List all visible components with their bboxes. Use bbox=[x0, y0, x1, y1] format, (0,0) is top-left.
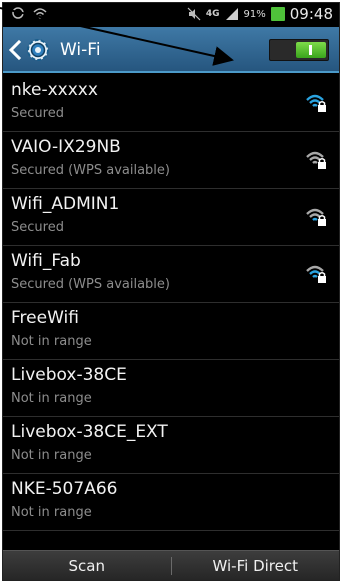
status-bar: 4G 91% 09:48 bbox=[3, 3, 339, 27]
screen: 4G 91% 09:48 Wi-Fi nke-xxxxx Secured VAI… bbox=[2, 2, 340, 581]
phone-frame: 4G 91% 09:48 Wi-Fi nke-xxxxx Secured VAI… bbox=[0, 0, 342, 583]
wifi-direct-button[interactable]: Wi-Fi Direct bbox=[172, 551, 340, 580]
action-bar: Wi-Fi bbox=[3, 27, 339, 73]
page-title: Wi-Fi bbox=[60, 40, 101, 60]
gear-icon[interactable] bbox=[23, 35, 53, 65]
notification-icon bbox=[12, 7, 24, 19]
status-right: 4G 91% 09:48 bbox=[187, 5, 333, 23]
wifi-locked-icon bbox=[306, 265, 326, 283]
network-item-wifi-admin1[interactable]: Wifi_ADMIN1 Secured bbox=[3, 189, 339, 246]
network-name: FreeWifi bbox=[11, 308, 79, 328]
network-name: Livebox-38CE bbox=[11, 365, 127, 385]
network-name: NKE-507A66 bbox=[11, 479, 118, 499]
network-name: Wifi_Fab bbox=[11, 251, 81, 271]
network-name: Livebox-38CE_EXT bbox=[11, 422, 168, 442]
signal-icon bbox=[225, 8, 238, 20]
toggle-knob bbox=[296, 42, 326, 58]
network-status: Not in range bbox=[11, 448, 92, 463]
status-left bbox=[11, 6, 47, 20]
network-item-wifi-fab[interactable]: Wifi_Fab Secured (WPS available) bbox=[3, 246, 339, 303]
network-status: Not in range bbox=[11, 505, 92, 520]
network-name: nke-xxxxx bbox=[11, 80, 98, 100]
network-item-nke-xxxxx[interactable]: nke-xxxxx Secured bbox=[3, 75, 339, 132]
scan-button[interactable]: Scan bbox=[3, 551, 171, 580]
wifi-status-icon bbox=[33, 8, 47, 19]
network-item-freewifi[interactable]: FreeWifi Not in range bbox=[3, 303, 339, 360]
battery-percent: 91% bbox=[243, 8, 266, 20]
network-item-vaio[interactable]: VAIO-IX29NB Secured (WPS available) bbox=[3, 132, 339, 189]
bottom-bar: Scan Wi-Fi Direct bbox=[3, 550, 339, 580]
network-status: Not in range bbox=[11, 334, 92, 349]
network-status: Secured bbox=[11, 106, 64, 121]
network-type: 4G bbox=[205, 8, 220, 19]
back-chevron-icon[interactable] bbox=[7, 39, 23, 61]
network-list: nke-xxxxx Secured VAIO-IX29NB Secured (W… bbox=[3, 75, 339, 531]
wifi-locked-icon bbox=[306, 94, 326, 112]
network-item-livebox-38ce-ext[interactable]: Livebox-38CE_EXT Not in range bbox=[3, 417, 339, 474]
network-status: Secured (WPS available) bbox=[11, 163, 170, 178]
network-item-livebox-38ce[interactable]: Livebox-38CE Not in range bbox=[3, 360, 339, 417]
battery-icon bbox=[270, 7, 285, 21]
wifi-locked-icon bbox=[306, 208, 326, 226]
network-name: VAIO-IX29NB bbox=[11, 137, 121, 157]
wifi-locked-icon bbox=[306, 151, 326, 169]
network-item-nke-507a66[interactable]: NKE-507A66 Not in range bbox=[3, 474, 339, 531]
network-name: Wifi_ADMIN1 bbox=[11, 194, 120, 214]
clock: 09:48 bbox=[289, 5, 333, 23]
network-status: Not in range bbox=[11, 391, 92, 406]
wifi-toggle[interactable] bbox=[269, 39, 329, 61]
network-status: Secured bbox=[11, 220, 64, 235]
mute-icon bbox=[187, 7, 201, 21]
toggle-on-indicator bbox=[309, 45, 312, 55]
network-status: Secured (WPS available) bbox=[11, 277, 170, 292]
